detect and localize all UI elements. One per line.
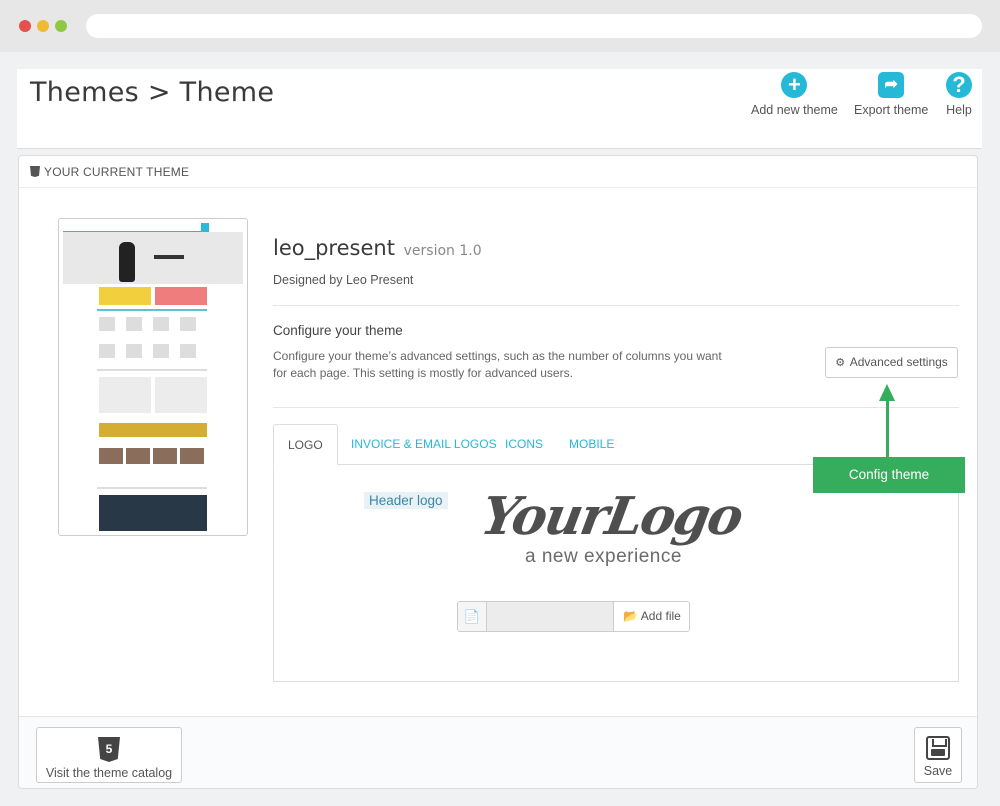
gear-icon: ⚙: [835, 357, 846, 369]
thumb-footer: [99, 495, 207, 531]
help-button[interactable]: ? Help: [946, 72, 972, 117]
save-label: Save: [923, 764, 953, 778]
thumb-featured-product: [155, 377, 207, 413]
thumb-hero: [63, 232, 243, 284]
logo-tagline: a new experience: [525, 546, 682, 567]
html5-icon: [30, 166, 40, 177]
help-label: Help: [946, 103, 972, 117]
floppy-disk-icon: [926, 736, 950, 760]
minimize-window-dot[interactable]: [37, 20, 49, 32]
tab-icons[interactable]: ICONS: [491, 424, 557, 465]
file-name-input[interactable]: [487, 602, 613, 631]
maximize-window-dot[interactable]: [55, 20, 67, 32]
export-theme-button[interactable]: ➦ Export theme: [854, 72, 928, 117]
thumb-clock: [119, 242, 135, 282]
thumb-banner-pink: [155, 287, 207, 305]
logo-main-text: YourLogo: [476, 486, 747, 547]
thumb-banner-yellow: [99, 287, 151, 305]
address-bar[interactable]: [86, 14, 982, 38]
thumb-product-row: [99, 344, 207, 358]
thumb-divider: [97, 487, 207, 489]
divider: [273, 407, 959, 408]
theme-name-text: leo_present: [273, 236, 395, 260]
add-new-theme-button[interactable]: + Add new theme: [751, 72, 838, 117]
add-new-theme-label: Add new theme: [751, 103, 838, 117]
logo-tab-content: Header logo YourLogo a new experience 📄 …: [273, 465, 959, 682]
browser-chrome: [0, 0, 1000, 52]
theme-preview-thumbnail: [58, 218, 248, 536]
add-file-label: Add file: [640, 609, 681, 623]
file-icon: 📄: [458, 602, 487, 631]
share-icon: ➦: [878, 72, 905, 98]
panel-heading-text: YOUR CURRENT THEME: [44, 165, 190, 179]
header-logo-preview: YourLogo a new experience: [477, 486, 767, 583]
thumb-divider: [97, 309, 207, 311]
tab-invoice-email-logos[interactable]: INVOICE & EMAIL LOGOS: [337, 424, 511, 465]
export-theme-label: Export theme: [854, 103, 929, 117]
advanced-settings-label: Advanced settings: [849, 355, 948, 369]
plus-circle-icon: +: [781, 72, 808, 98]
configure-title: Configure your theme: [273, 323, 403, 338]
thumb-blog-row: [99, 448, 207, 464]
file-upload-group: 📄 📂 Add file: [457, 601, 690, 632]
thumb-product-row: [99, 317, 207, 331]
panel-footer: 5 Visit the theme catalog Save: [19, 716, 977, 788]
thumb-caption: [154, 255, 184, 259]
page-title: Themes > Theme: [30, 77, 275, 108]
tab-logo[interactable]: LOGO: [273, 424, 338, 465]
add-file-button[interactable]: 📂 Add file: [613, 602, 689, 631]
divider: [273, 305, 959, 306]
close-window-dot[interactable]: [19, 20, 31, 32]
callout-arrow-line: [886, 394, 889, 458]
theme-author: Designed by Leo Present: [273, 273, 414, 287]
visit-theme-catalog-label: Visit the theme catalog: [45, 766, 173, 780]
question-circle-icon: ?: [946, 72, 972, 98]
configure-description: Configure your theme’s advanced settings…: [273, 349, 722, 380]
thumb-promo-banner: [99, 423, 207, 437]
thumb-featured-product: [99, 377, 151, 413]
tab-mobile[interactable]: MOBILE: [555, 424, 628, 465]
panel-heading: YOUR CURRENT THEME: [19, 156, 977, 188]
thumb-divider: [97, 369, 207, 371]
advanced-settings-button[interactable]: ⚙ Advanced settings: [825, 347, 958, 378]
html5-icon: 5: [98, 737, 120, 762]
page-header: Themes > Theme + Add new theme ➦ Export …: [17, 69, 982, 149]
header-logo-label: Header logo: [364, 492, 448, 509]
page-content: Themes > Theme + Add new theme ➦ Export …: [0, 52, 1000, 806]
config-theme-callout: Config theme: [813, 457, 965, 493]
visit-theme-catalog-button[interactable]: 5 Visit the theme catalog: [36, 727, 182, 783]
current-theme-panel: YOUR CURRENT THEME leo_present version 1…: [18, 155, 978, 789]
theme-name: leo_present version 1.0: [273, 236, 482, 260]
theme-version: version 1.0: [403, 243, 482, 259]
save-button[interactable]: Save: [914, 727, 962, 783]
folder-open-icon: 📂: [623, 609, 639, 623]
